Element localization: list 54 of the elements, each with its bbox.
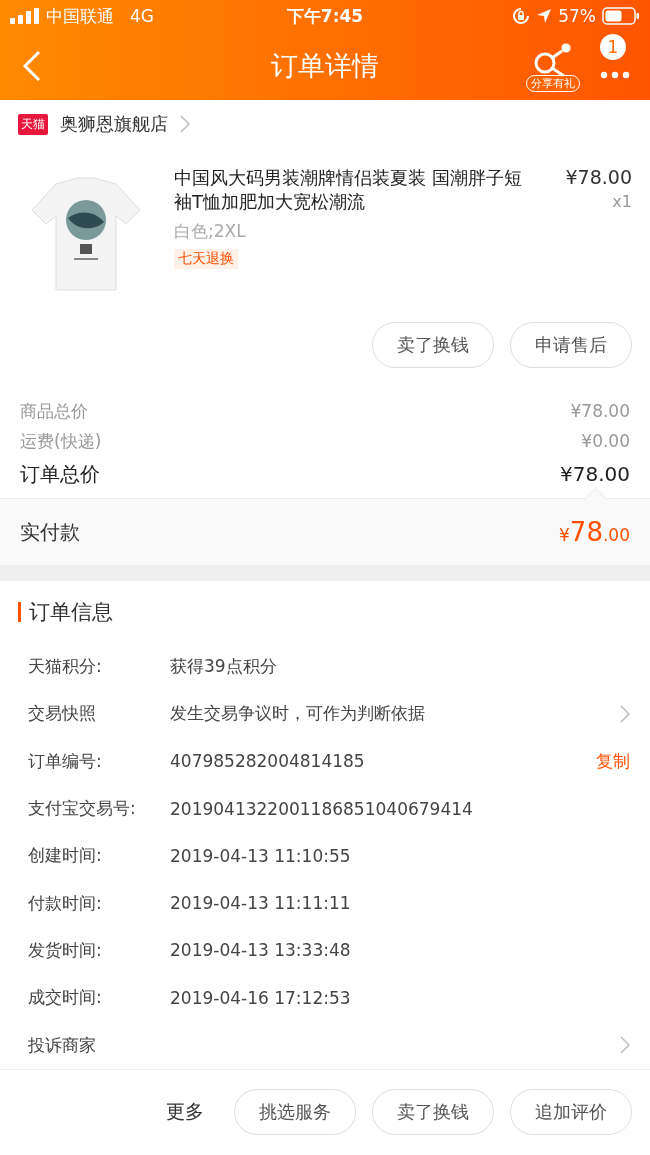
info-value: 获得39点积分: [170, 655, 277, 679]
action-button[interactable]: 卖了换钱: [372, 322, 494, 368]
chevron-right-icon: [180, 115, 190, 133]
battery-icon: [602, 7, 640, 25]
summary-label: 运费(快递): [20, 429, 102, 453]
more-link[interactable]: 更多: [166, 1099, 204, 1126]
tmall-badge: 天猫: [18, 113, 48, 135]
signal-icon: [10, 8, 40, 24]
info-label: 成交时间:: [28, 986, 103, 1010]
info-label: 发货时间:: [28, 938, 103, 962]
action-button[interactable]: 申请售后: [510, 322, 632, 368]
network-type: 4G: [130, 6, 154, 26]
battery-percent: 57%: [558, 6, 596, 26]
notification-badge: 1: [600, 33, 626, 60]
summary-label: 订单总价: [20, 460, 100, 488]
info-value: 2019-04-16 17:12:53: [170, 987, 351, 1008]
action-button[interactable]: 追加评价: [510, 1089, 632, 1136]
info-label: 交易快照: [28, 702, 97, 726]
info-value: 发生交易争议时，可作为判断依据: [170, 702, 425, 726]
shop-name[interactable]: 奥狮恩旗舰店: [60, 112, 168, 136]
back-icon[interactable]: [22, 50, 42, 82]
product-title[interactable]: 中国风大码男装潮牌情侣装夏装 国潮胖子短袖T恤加肥加大宽松潮流: [174, 166, 528, 214]
info-label: 创建时间:: [28, 844, 103, 868]
summary-value: ¥78.00: [560, 462, 630, 486]
info-value: 2019041322001186851040679414: [170, 798, 473, 819]
page-title: 订单详情: [271, 49, 379, 83]
rotation-lock-icon: [512, 7, 531, 25]
product-sku: 白色;2XL: [174, 220, 247, 243]
info-label: 订单编号:: [28, 749, 103, 773]
location-icon: [536, 8, 553, 24]
status-time: 下午7:45: [286, 4, 364, 28]
return-policy-tag: 七天退换: [174, 249, 238, 269]
chevron-right-icon[interactable]: [620, 1036, 630, 1054]
product-quantity: x1: [612, 192, 632, 211]
info-label: 付款时间:: [28, 891, 103, 915]
info-value: 2019-04-13 11:10:55: [170, 845, 351, 866]
section-title: 订单信息: [29, 599, 113, 626]
info-value: 2019-04-13 11:11:11: [170, 893, 351, 914]
chevron-right-icon[interactable]: [620, 704, 630, 723]
product-price: ¥78.00: [565, 166, 632, 188]
info-value: 407985282004814185: [170, 751, 365, 772]
action-button[interactable]: 卖了换钱: [372, 1089, 494, 1136]
more-icon[interactable]: [600, 70, 630, 79]
action-button[interactable]: 挑选服务: [234, 1089, 356, 1136]
carrier-name: 中国联通: [46, 4, 114, 28]
summary-value: ¥78.00: [570, 401, 630, 421]
paid-label: 实付款: [20, 518, 80, 546]
info-label: 天猫积分:: [28, 655, 103, 679]
summary-label: 商品总价: [20, 399, 88, 423]
summary-value: ¥0.00: [581, 431, 630, 451]
info-label: 投诉商家: [28, 1033, 97, 1057]
info-value: 2019-04-13 13:33:48: [170, 940, 351, 961]
paid-amount: ¥78.00: [559, 517, 630, 547]
info-label: 支付宝交易号:: [28, 797, 137, 821]
